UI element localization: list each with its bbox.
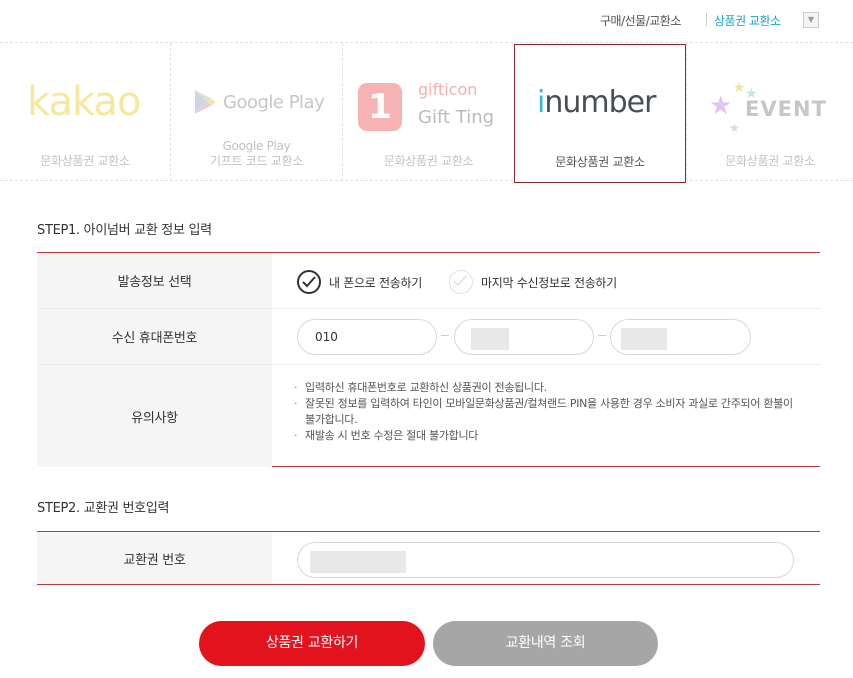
send-info-label: 발송정보 선택 [37, 253, 272, 308]
tab-event[interactable]: ★ ★ ★ ★ EVENT 문화상품권 교환소 [686, 43, 853, 181]
check-icon [453, 275, 467, 287]
star-icon: ★ [729, 121, 740, 135]
step2-form: 교환권 번호 [37, 531, 820, 585]
exchange-button[interactable]: 상품권 교환하기 [199, 621, 425, 666]
tab-label: 문화상품권 교환소 [555, 155, 645, 169]
tab-label: 문화상품권 교환소 [383, 154, 474, 168]
radio-my-phone[interactable] [297, 270, 321, 294]
phone-label: 수신 휴대폰번호 [37, 309, 272, 364]
redacted-value [471, 328, 509, 350]
event-logo: EVENT [745, 97, 827, 121]
top-nav: 구매/선물/교환소 상품권 교환소 ▼ [0, 0, 853, 42]
tab-label-line2: 기프트 코드 교환소 [210, 154, 303, 168]
brand-tabs: kakao 문화상품권 교환소 Google Play Google Play … [0, 42, 853, 183]
code-input[interactable] [297, 542, 794, 578]
google-play-icon [195, 90, 216, 114]
check-icon [302, 276, 316, 288]
chevron-down-icon[interactable]: ▼ [803, 12, 819, 28]
phone-prefix-field[interactable]: 010 [297, 319, 437, 355]
phone-row: 수신 휴대폰번호 010 [37, 309, 820, 365]
notes-label: 유의사항 [37, 365, 272, 467]
star-icon: ★ [733, 80, 746, 96]
radio-last-recipient-label[interactable]: 마지막 수신정보로 전송하기 [481, 274, 617, 291]
tab-label: Google Play 기프트 코드 교환소 [171, 139, 342, 169]
phone-separator [441, 335, 449, 336]
phone-last-field[interactable] [610, 319, 751, 355]
tab-inumber[interactable]: inumber 문화상품권 교환소 [514, 44, 686, 183]
google-play-logo: Google Play [223, 92, 325, 113]
nav-link-gift-card-exchange[interactable]: 상품권 교환소 [714, 12, 781, 29]
notes-list: 입력하신 휴대폰번호로 교환하신 상품권이 전송됩니다. 잘못된 정보를 입력하… [294, 380, 794, 444]
note-item: 잘못된 정보를 입력하여 타인이 모바일문화상품권/컬쳐랜드 PIN을 사용한 … [294, 396, 794, 428]
redacted-value [310, 551, 406, 573]
gifticon-logo-box: 1 [358, 83, 402, 131]
tab-google-play[interactable]: Google Play Google Play 기프트 코드 교환소 [171, 43, 343, 181]
tab-gifticon[interactable]: 1 gifticon Gift Ting 문화상품권 교환소 [343, 43, 514, 181]
step1-title: STEP1. 아이넘버 교환 정보 입력 [37, 223, 212, 238]
nav-link-buy-gift-exchange[interactable]: 구매/선물/교환소 [600, 12, 681, 29]
tab-kakao[interactable]: kakao 문화상품권 교환소 [0, 43, 171, 181]
redacted-value [621, 328, 667, 350]
tab-label: 문화상품권 교환소 [40, 154, 130, 168]
radio-my-phone-label[interactable]: 내 폰으로 전송하기 [329, 274, 422, 291]
code-label: 교환권 번호 [37, 532, 272, 584]
tab-label: 문화상품권 교환소 [725, 154, 815, 168]
inumber-logo-rest: number [544, 85, 656, 120]
step2-title: STEP2. 교환권 번호입력 [37, 501, 170, 516]
inumber-logo: inumber [537, 85, 656, 120]
giftting-logo: Gift Ting [418, 107, 495, 128]
radio-last-recipient[interactable] [449, 270, 473, 294]
tab-label-line1: Google Play [222, 139, 291, 153]
nav-divider [706, 13, 707, 26]
notes-row: 유의사항 입력하신 휴대폰번호로 교환하신 상품권이 전송됩니다. 잘못된 정보… [37, 365, 820, 467]
phone-middle-field[interactable] [454, 319, 594, 355]
note-item: 입력하신 휴대폰번호로 교환하신 상품권이 전송됩니다. [294, 380, 794, 396]
phone-separator [598, 335, 606, 336]
note-item: 재발송 시 번호 수정은 절대 불가합니다 [294, 428, 794, 444]
code-row: 교환권 번호 [37, 532, 820, 584]
step1-form: 발송정보 선택 내 폰으로 전송하기 마지막 수신정보로 전송하기 수신 휴대폰… [37, 252, 820, 467]
kakao-logo: kakao [27, 79, 141, 125]
history-button[interactable]: 교환내역 조회 [433, 621, 658, 666]
gifticon-logo: gifticon [418, 80, 478, 99]
send-info-row: 발송정보 선택 내 폰으로 전송하기 마지막 수신정보로 전송하기 [37, 253, 820, 309]
